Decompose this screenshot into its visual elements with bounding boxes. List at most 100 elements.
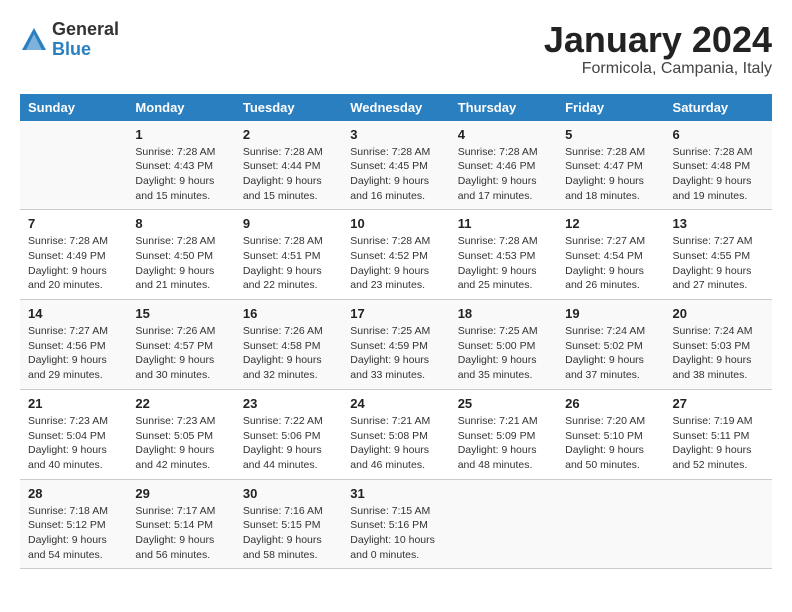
week-row-3: 14 Sunrise: 7:27 AMSunset: 4:56 PMDayligh…: [20, 300, 772, 390]
day-info: Sunrise: 7:18 AMSunset: 5:12 PMDaylight:…: [28, 504, 119, 563]
day-number: 14: [28, 306, 119, 321]
day-info: Sunrise: 7:28 AMSunset: 4:52 PMDaylight:…: [350, 234, 441, 293]
day-number: 17: [350, 306, 441, 321]
day-cell: 17 Sunrise: 7:25 AMSunset: 4:59 PMDayligh…: [342, 300, 449, 390]
month-title: January 2024: [544, 20, 772, 60]
header-cell-sunday: Sunday: [20, 94, 127, 121]
day-number: 20: [673, 306, 764, 321]
day-cell: 7 Sunrise: 7:28 AMSunset: 4:49 PMDaylight…: [20, 210, 127, 300]
day-cell: 29 Sunrise: 7:17 AMSunset: 5:14 PMDayligh…: [127, 479, 234, 569]
day-info: Sunrise: 7:28 AMSunset: 4:43 PMDaylight:…: [135, 145, 226, 204]
header-cell-tuesday: Tuesday: [235, 94, 342, 121]
page-header: General Blue January 2024 Formicola, Cam…: [20, 20, 772, 78]
day-info: Sunrise: 7:28 AMSunset: 4:49 PMDaylight:…: [28, 234, 119, 293]
day-number: 15: [135, 306, 226, 321]
day-cell: [665, 479, 772, 569]
day-number: 3: [350, 127, 441, 142]
day-cell: 24 Sunrise: 7:21 AMSunset: 5:08 PMDayligh…: [342, 389, 449, 479]
day-number: 11: [458, 216, 549, 231]
day-number: 8: [135, 216, 226, 231]
day-number: 21: [28, 396, 119, 411]
day-cell: 6 Sunrise: 7:28 AMSunset: 4:48 PMDaylight…: [665, 121, 772, 210]
day-number: 27: [673, 396, 764, 411]
title-block: January 2024 Formicola, Campania, Italy: [544, 20, 772, 78]
day-cell: 23 Sunrise: 7:22 AMSunset: 5:06 PMDayligh…: [235, 389, 342, 479]
day-info: Sunrise: 7:24 AMSunset: 5:03 PMDaylight:…: [673, 324, 764, 383]
day-info: Sunrise: 7:25 AMSunset: 5:00 PMDaylight:…: [458, 324, 549, 383]
day-info: Sunrise: 7:26 AMSunset: 4:57 PMDaylight:…: [135, 324, 226, 383]
day-number: 23: [243, 396, 334, 411]
day-cell: 9Sunrise: 7:28 AMSunset: 4:51 PMDaylight…: [235, 210, 342, 300]
day-number: 30: [243, 486, 334, 501]
day-info: Sunrise: 7:25 AMSunset: 4:59 PMDaylight:…: [350, 324, 441, 383]
header-cell-wednesday: Wednesday: [342, 94, 449, 121]
day-info: Sunrise: 7:28 AMSunset: 4:47 PMDaylight:…: [565, 145, 656, 204]
day-info: Sunrise: 7:22 AMSunset: 5:06 PMDaylight:…: [243, 414, 334, 473]
header-cell-friday: Friday: [557, 94, 664, 121]
day-cell: 10Sunrise: 7:28 AMSunset: 4:52 PMDayligh…: [342, 210, 449, 300]
day-info: Sunrise: 7:21 AMSunset: 5:08 PMDaylight:…: [350, 414, 441, 473]
day-cell: 15 Sunrise: 7:26 AMSunset: 4:57 PMDayligh…: [127, 300, 234, 390]
day-number: 1: [135, 127, 226, 142]
day-info: Sunrise: 7:28 AMSunset: 4:44 PMDaylight:…: [243, 145, 334, 204]
header-cell-thursday: Thursday: [450, 94, 557, 121]
day-cell: 5 Sunrise: 7:28 AMSunset: 4:47 PMDaylight…: [557, 121, 664, 210]
day-info: Sunrise: 7:28 AMSunset: 4:48 PMDaylight:…: [673, 145, 764, 204]
day-number: 26: [565, 396, 656, 411]
day-number: 2: [243, 127, 334, 142]
header-cell-saturday: Saturday: [665, 94, 772, 121]
day-cell: 4 Sunrise: 7:28 AMSunset: 4:46 PMDaylight…: [450, 121, 557, 210]
day-cell: 21 Sunrise: 7:23 AMSunset: 5:04 PMDayligh…: [20, 389, 127, 479]
day-info: Sunrise: 7:23 AMSunset: 5:05 PMDaylight:…: [135, 414, 226, 473]
logo-icon: [20, 26, 48, 54]
day-number: 19: [565, 306, 656, 321]
day-info: Sunrise: 7:21 AMSunset: 5:09 PMDaylight:…: [458, 414, 549, 473]
day-number: 7: [28, 216, 119, 231]
day-number: 18: [458, 306, 549, 321]
day-number: 12: [565, 216, 656, 231]
week-row-4: 21 Sunrise: 7:23 AMSunset: 5:04 PMDayligh…: [20, 389, 772, 479]
day-cell: 27Sunrise: 7:19 AMSunset: 5:11 PMDayligh…: [665, 389, 772, 479]
day-info: Sunrise: 7:15 AMSunset: 5:16 PMDaylight:…: [350, 504, 441, 563]
day-number: 4: [458, 127, 549, 142]
day-number: 6: [673, 127, 764, 142]
week-row-1: 1 Sunrise: 7:28 AMSunset: 4:43 PMDaylight…: [20, 121, 772, 210]
day-cell: 3 Sunrise: 7:28 AMSunset: 4:45 PMDaylight…: [342, 121, 449, 210]
day-cell: [20, 121, 127, 210]
day-number: 13: [673, 216, 764, 231]
day-cell: 31 Sunrise: 7:15 AMSunset: 5:16 PMDayligh…: [342, 479, 449, 569]
day-number: 25: [458, 396, 549, 411]
day-info: Sunrise: 7:28 AMSunset: 4:46 PMDaylight:…: [458, 145, 549, 204]
day-cell: [450, 479, 557, 569]
day-cell: 20 Sunrise: 7:24 AMSunset: 5:03 PMDayligh…: [665, 300, 772, 390]
day-number: 9: [243, 216, 334, 231]
day-info: Sunrise: 7:16 AMSunset: 5:15 PMDaylight:…: [243, 504, 334, 563]
day-cell: 26Sunrise: 7:20 AMSunset: 5:10 PMDayligh…: [557, 389, 664, 479]
logo-general: General: [52, 20, 119, 40]
day-info: Sunrise: 7:17 AMSunset: 5:14 PMDaylight:…: [135, 504, 226, 563]
logo: General Blue: [20, 20, 119, 60]
day-cell: 13Sunrise: 7:27 AMSunset: 4:55 PMDayligh…: [665, 210, 772, 300]
day-cell: 12Sunrise: 7:27 AMSunset: 4:54 PMDayligh…: [557, 210, 664, 300]
day-number: 28: [28, 486, 119, 501]
logo-blue: Blue: [52, 40, 119, 60]
logo-text: General Blue: [52, 20, 119, 60]
day-number: 31: [350, 486, 441, 501]
day-info: Sunrise: 7:27 AMSunset: 4:56 PMDaylight:…: [28, 324, 119, 383]
day-number: 22: [135, 396, 226, 411]
day-info: Sunrise: 7:28 AMSunset: 4:50 PMDaylight:…: [135, 234, 226, 293]
day-cell: 2 Sunrise: 7:28 AMSunset: 4:44 PMDaylight…: [235, 121, 342, 210]
day-number: 16: [243, 306, 334, 321]
day-cell: 1 Sunrise: 7:28 AMSunset: 4:43 PMDaylight…: [127, 121, 234, 210]
week-row-2: 7 Sunrise: 7:28 AMSunset: 4:49 PMDaylight…: [20, 210, 772, 300]
day-number: 29: [135, 486, 226, 501]
day-cell: 28 Sunrise: 7:18 AMSunset: 5:12 PMDayligh…: [20, 479, 127, 569]
day-info: Sunrise: 7:28 AMSunset: 4:45 PMDaylight:…: [350, 145, 441, 204]
header-row: SundayMondayTuesdayWednesdayThursdayFrid…: [20, 94, 772, 121]
day-cell: 14 Sunrise: 7:27 AMSunset: 4:56 PMDayligh…: [20, 300, 127, 390]
day-cell: [557, 479, 664, 569]
day-info: Sunrise: 7:23 AMSunset: 5:04 PMDaylight:…: [28, 414, 119, 473]
day-number: 5: [565, 127, 656, 142]
day-number: 24: [350, 396, 441, 411]
week-row-5: 28 Sunrise: 7:18 AMSunset: 5:12 PMDayligh…: [20, 479, 772, 569]
